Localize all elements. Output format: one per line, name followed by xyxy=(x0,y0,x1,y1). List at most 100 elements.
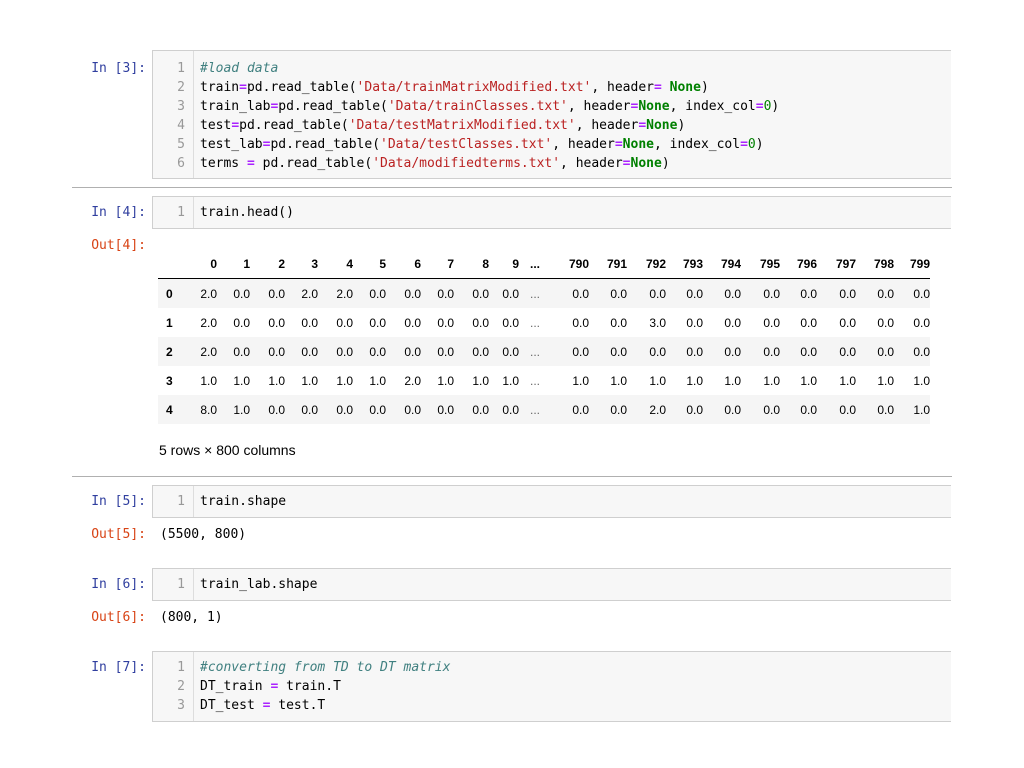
line-number: 1 xyxy=(177,660,185,675)
table-cell: 0.0 xyxy=(437,344,454,359)
column-header: 792 xyxy=(627,250,666,279)
table-cell: 0.0 xyxy=(233,286,250,301)
table-cell: 0.0 xyxy=(686,344,703,359)
table-cell: 8.0 xyxy=(200,402,217,417)
table-cell: 0.0 xyxy=(572,402,589,417)
table-cell: 0.0 xyxy=(610,402,627,417)
line-number: 1 xyxy=(177,577,185,592)
table-cell: 0.0 xyxy=(268,344,285,359)
code-text: test=pd.read_table('Data/testMatrixModif… xyxy=(200,118,686,133)
table-cell: 0.0 xyxy=(404,315,421,330)
table-cell: 1.0 xyxy=(437,373,454,388)
column-header: 8 xyxy=(454,250,489,279)
table-cell: 0.0 xyxy=(800,402,817,417)
row-index: 2 xyxy=(166,344,173,359)
table-cell: ... xyxy=(529,315,540,330)
dataframe-header-row: 0 1 2 3 4 5 6 7 8 9... 790 791 792 793 794 795 796 797 798… xyxy=(158,250,930,279)
table-cell: 0.0 xyxy=(610,315,627,330)
table-cell: 2.0 xyxy=(404,373,421,388)
table-cell: 0.0 xyxy=(369,344,386,359)
table-cell: 0.0 xyxy=(877,344,894,359)
table-cell: 0.0 xyxy=(839,402,856,417)
column-header: 5 xyxy=(353,250,386,279)
cell-divider xyxy=(72,187,952,188)
table-cell: 0.0 xyxy=(649,344,666,359)
table-cell: 0.0 xyxy=(572,286,589,301)
table-cell: 1.0 xyxy=(200,373,217,388)
code-line: 1 #load data xyxy=(153,59,951,78)
output-text: (5500, 800) xyxy=(160,527,247,542)
code-text: DT_train = train.T xyxy=(200,679,341,694)
code-editor[interactable]: 1 train_lab.shape xyxy=(152,568,951,601)
column-header: 3 xyxy=(285,250,318,279)
table-cell: 1.0 xyxy=(233,402,250,417)
code-text: train.head() xyxy=(200,205,294,220)
code-text: train=pd.read_table('Data/trainMatrixMod… xyxy=(200,80,709,95)
input-prompt: In [6]: xyxy=(91,577,146,592)
table-row: 3 1.0 1.0 1.0 1.0 1.0 1.0 2.0 1.0 1.0 1.0... 1.0 1.0… xyxy=(158,366,930,395)
table-cell: 0.0 xyxy=(610,344,627,359)
dataframe-body: 0 2.0 0.0 0.0 2.0 2.0 0.0 0.0 0.0 0.0 0.0... 0.0 0.0… xyxy=(158,278,930,424)
table-cell: 0.0 xyxy=(800,315,817,330)
table-cell: 0.0 xyxy=(369,402,386,417)
table-cell: 0.0 xyxy=(336,344,353,359)
table-cell: 1.0 xyxy=(763,373,780,388)
table-cell: 0.0 xyxy=(724,286,741,301)
table-cell: 0.0 xyxy=(913,286,930,301)
table-cell: 1.0 xyxy=(301,373,318,388)
column-header: 795 xyxy=(741,250,780,279)
code-text: #converting from TD to DT matrix xyxy=(200,660,451,675)
table-cell: 0.0 xyxy=(913,315,930,330)
table-cell: 0.0 xyxy=(839,286,856,301)
line-number: 6 xyxy=(177,156,185,171)
code-line: 4 test=pd.read_table('Data/testMatrixModi… xyxy=(153,116,951,135)
code-line: 2 DT_train = train.T xyxy=(153,677,951,696)
table-cell: 0.0 xyxy=(724,344,741,359)
output-text: (800, 1) xyxy=(160,610,223,625)
code-text: train.shape xyxy=(200,494,287,509)
line-number: 3 xyxy=(177,99,185,114)
column-header: 793 xyxy=(666,250,703,279)
table-cell: 0.0 xyxy=(502,402,519,417)
code-editor[interactable]: 1 train.shape xyxy=(152,485,951,518)
table-cell: 0.0 xyxy=(437,315,454,330)
table-cell: 0.0 xyxy=(724,315,741,330)
line-number: 1 xyxy=(177,205,185,220)
cell-divider xyxy=(72,476,952,477)
output-prompt: Out[4]: xyxy=(91,238,146,253)
column-header: 9 xyxy=(489,250,519,279)
column-header: 7 xyxy=(421,250,454,279)
column-header: ... xyxy=(519,250,551,279)
code-editor[interactable]: 1 train.head() xyxy=(152,196,951,229)
table-cell: 0.0 xyxy=(839,315,856,330)
code-editor[interactable]: 1 #load data 2 train=pd.read_table('Data/tr… xyxy=(152,50,951,179)
table-cell: 0.0 xyxy=(686,315,703,330)
table-cell: 0.0 xyxy=(763,315,780,330)
table-cell: ... xyxy=(529,344,540,359)
output-prompt: Out[5]: xyxy=(91,527,146,542)
code-line: 1 train.head() xyxy=(153,203,951,222)
column-header: 2 xyxy=(250,250,285,279)
code-lines: 1 train.shape xyxy=(153,492,951,511)
table-cell: 1.0 xyxy=(502,373,519,388)
code-line: 1 train_lab.shape xyxy=(153,575,951,594)
table-cell: 0.0 xyxy=(437,402,454,417)
column-header: 790 xyxy=(551,250,589,279)
dataframe-table: 0 1 2 3 4 5 6 7 8 9... 790 791 792 793 794 795 796 797 798… xyxy=(158,250,930,424)
code-line: 1 train.shape xyxy=(153,492,951,511)
table-cell: ... xyxy=(529,402,540,417)
table-cell: 0.0 xyxy=(472,315,489,330)
table-cell: 0.0 xyxy=(649,286,666,301)
dataframe-shape-note: 5 rows × 800 columns xyxy=(159,442,296,458)
code-text: #load data xyxy=(200,61,279,76)
table-cell: 2.0 xyxy=(649,402,666,417)
table-cell: 0.0 xyxy=(336,402,353,417)
table-cell: 0.0 xyxy=(800,286,817,301)
column-header: 791 xyxy=(589,250,627,279)
output-prompt: Out[6]: xyxy=(91,610,146,625)
code-editor[interactable]: 1 #converting from TD to DT matrix 2 DT_tra… xyxy=(152,651,951,722)
table-cell: 1.0 xyxy=(913,373,930,388)
index-header xyxy=(158,250,185,279)
code-text: train_lab=pd.read_table('Data/trainClass… xyxy=(200,99,780,114)
table-row: 2 2.0 0.0 0.0 0.0 0.0 0.0 0.0 0.0 0.0 0.0... 0.0 0.0… xyxy=(158,337,930,366)
